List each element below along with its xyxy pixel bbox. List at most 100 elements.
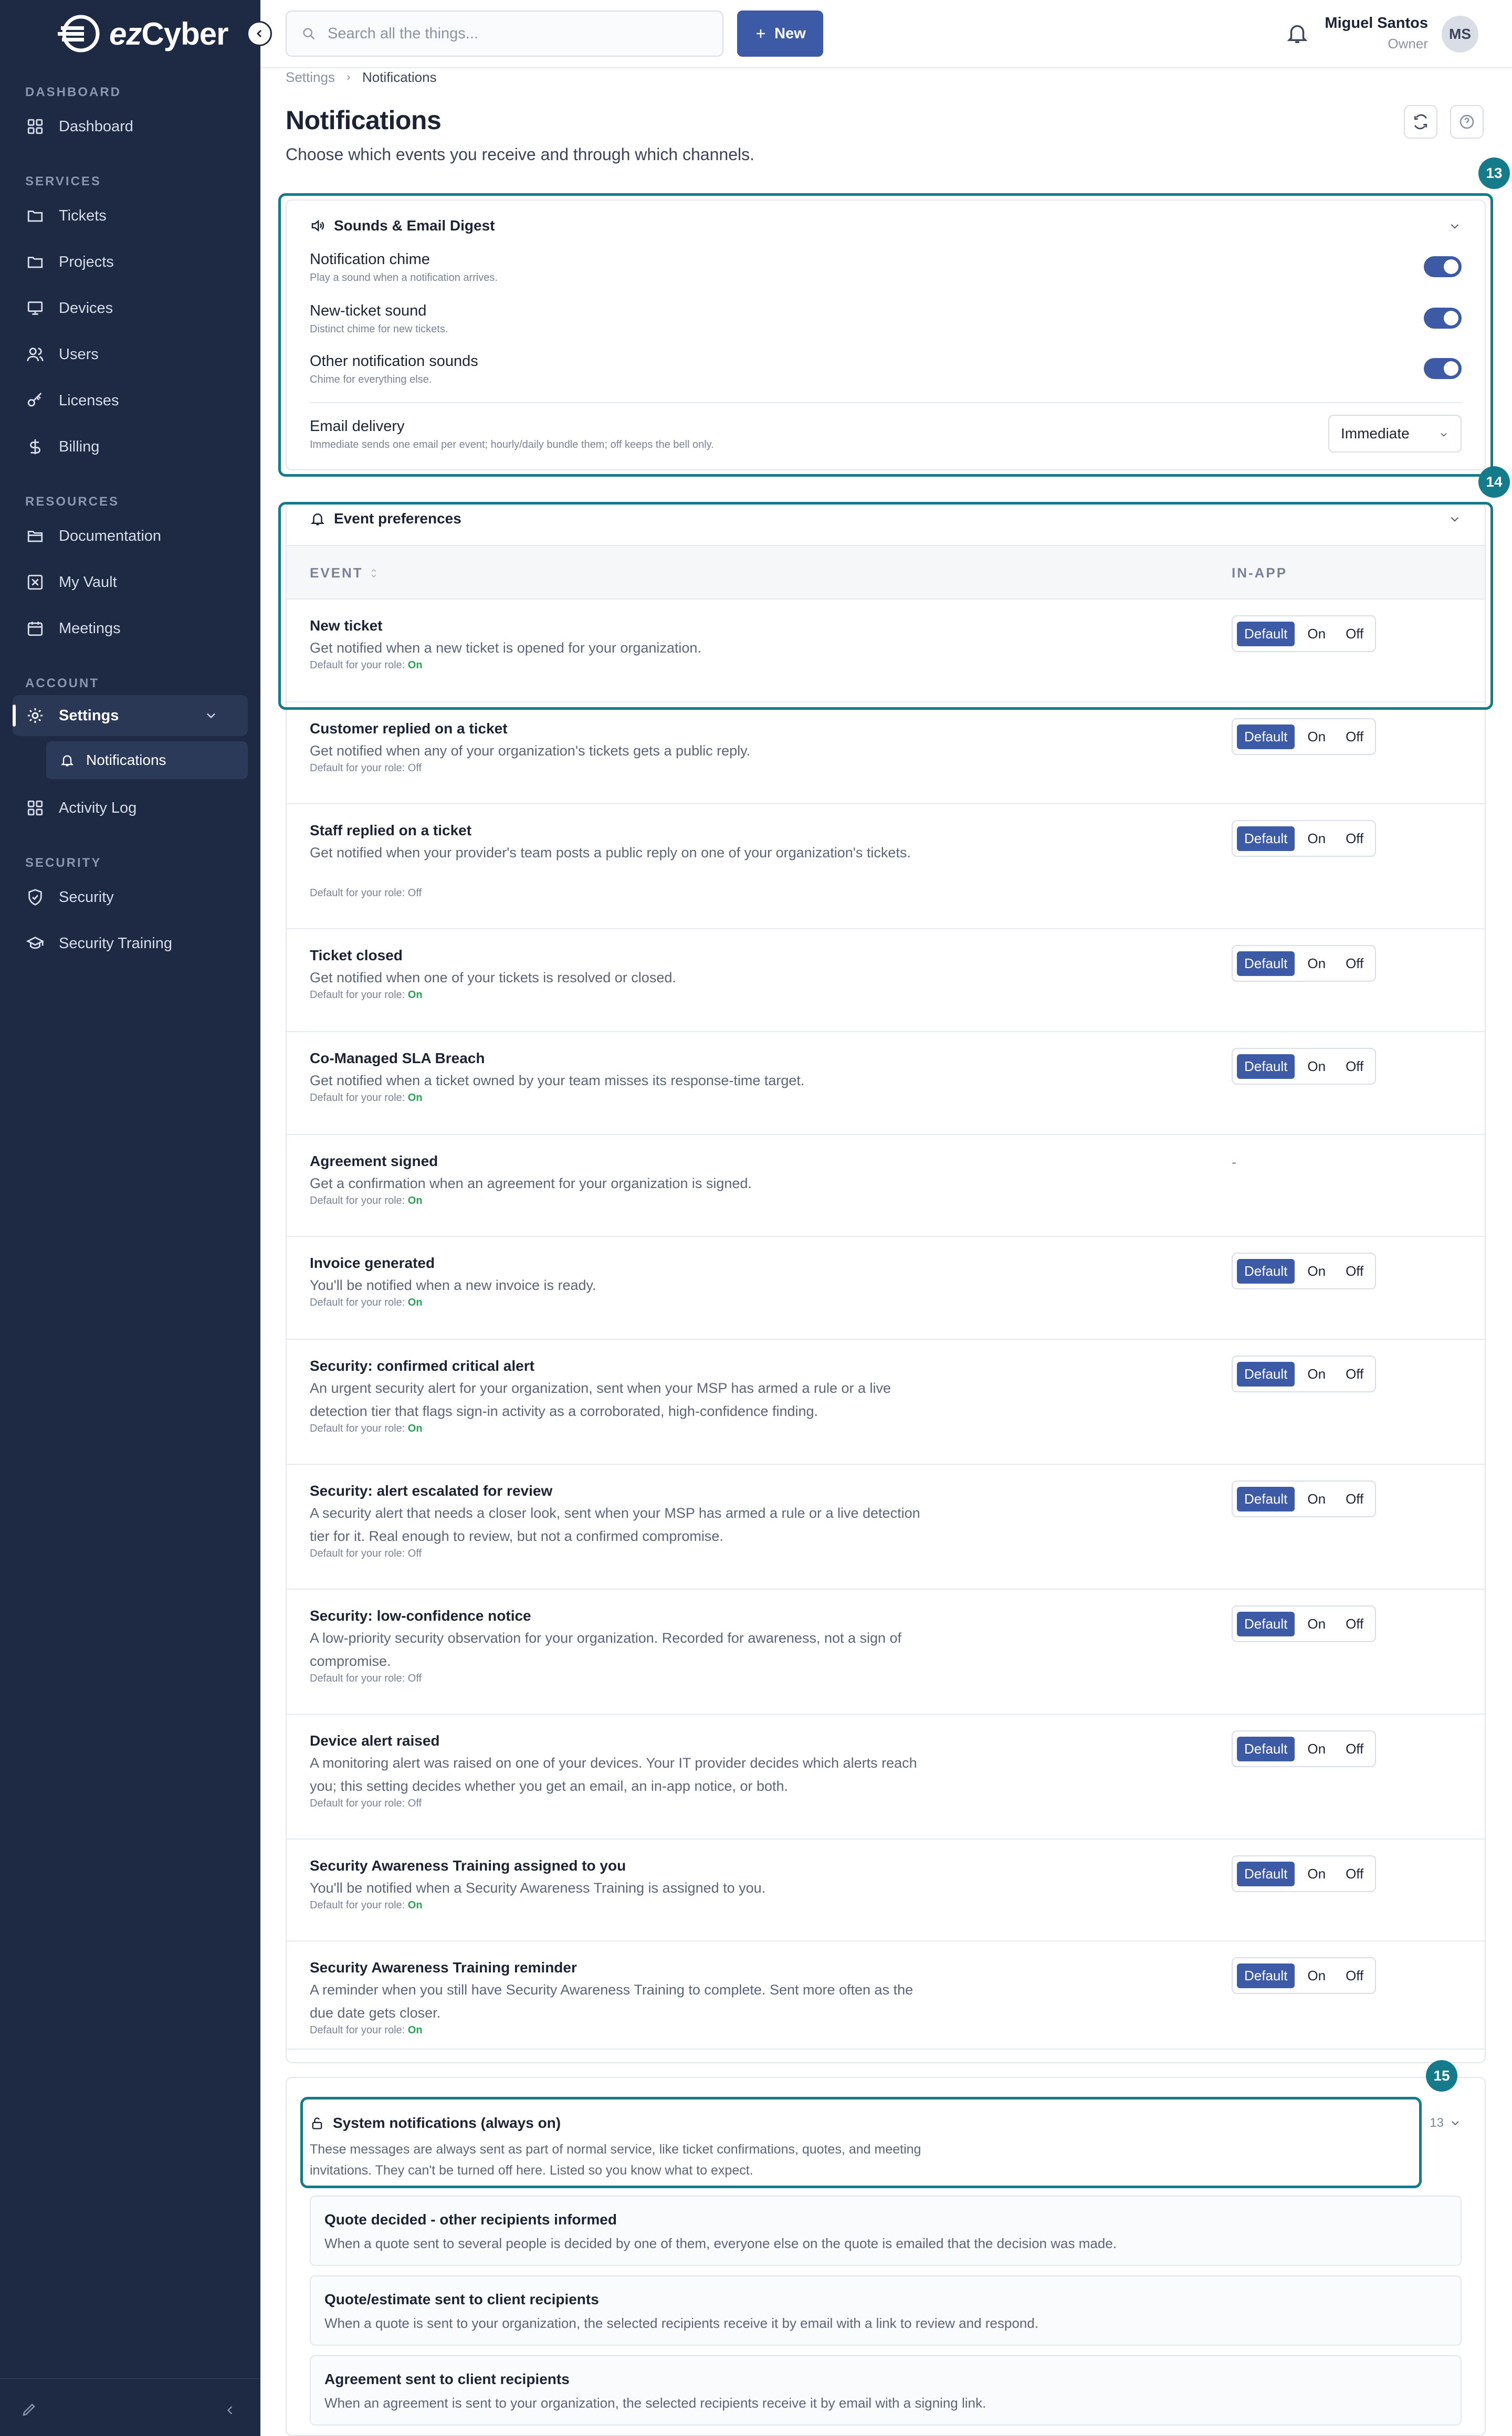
sidebar-item-activity-log[interactable]: Activity Log — [13, 788, 248, 828]
sidebar-item-label: Meetings — [59, 620, 121, 637]
segment-on[interactable]: On — [1300, 1862, 1333, 1886]
segment-on[interactable]: On — [1300, 1737, 1333, 1761]
sidebar-item-documentation[interactable]: Documentation — [13, 516, 248, 556]
sidebar-item-tickets[interactable]: Tickets — [13, 195, 248, 236]
sidebar-item-licenses[interactable]: Licenses — [13, 380, 248, 421]
chevron-down-icon[interactable] — [1448, 512, 1462, 526]
in-app-segmented-control: Default On Off — [1232, 1855, 1377, 1892]
segment-default[interactable]: Default — [1237, 1963, 1295, 1988]
segment-default[interactable]: Default — [1237, 1611, 1295, 1636]
sidebar-item-my-vault[interactable]: My Vault — [13, 562, 248, 603]
event-name: Security: confirmed critical alert — [310, 1358, 534, 1374]
segment-default[interactable]: Default — [1237, 1486, 1295, 1511]
bell-icon[interactable] — [1285, 20, 1309, 46]
segment-off[interactable]: Off — [1338, 1737, 1371, 1761]
segment-default[interactable]: Default — [1237, 826, 1295, 851]
segment-default[interactable]: Default — [1237, 1861, 1295, 1886]
key-icon — [27, 392, 42, 407]
in-app-segmented-control: Default On Off — [1232, 945, 1377, 982]
other-sounds-toggle[interactable] — [1424, 358, 1462, 379]
segment-on[interactable]: On — [1300, 1612, 1333, 1636]
segment-default[interactable]: Default — [1237, 1258, 1295, 1284]
avatar[interactable]: MS — [1442, 16, 1478, 52]
breadcrumb-parent[interactable]: Settings — [286, 69, 335, 86]
folder-icon — [27, 257, 43, 268]
event-name: Customer replied on a ticket — [310, 720, 508, 737]
segment-off[interactable]: Off — [1338, 1487, 1371, 1511]
segment-on[interactable]: On — [1300, 1487, 1333, 1511]
segment-default[interactable]: Default — [1237, 621, 1295, 646]
segment-on[interactable]: On — [1300, 1362, 1333, 1387]
segment-on[interactable]: On — [1300, 622, 1333, 646]
event-preferences-card: Event preferences EVENT IN-APP New ticke… — [286, 502, 1486, 2063]
edit-icon[interactable] — [21, 2402, 37, 2418]
segment-default[interactable]: Default — [1237, 1736, 1295, 1761]
chevron-left-icon[interactable] — [223, 2403, 237, 2418]
chevron-down-icon[interactable] — [1448, 219, 1462, 233]
segment-off[interactable]: Off — [1338, 826, 1371, 851]
user-name[interactable]: Miguel Santos — [1325, 15, 1428, 32]
event-role-default: Default for your role: On — [310, 1899, 423, 1911]
segment-off[interactable]: Off — [1338, 1054, 1371, 1079]
segment-on[interactable]: On — [1300, 1964, 1333, 1988]
segment-on[interactable]: On — [1300, 1054, 1333, 1079]
segment-off[interactable]: Off — [1338, 1862, 1371, 1886]
sidebar-item-security[interactable]: Security — [13, 877, 248, 918]
segment-off[interactable]: Off — [1338, 1259, 1371, 1284]
sidebar-item-billing[interactable]: Billing — [13, 426, 248, 467]
event-role-default: Default for your role: On — [310, 989, 423, 1001]
event-name: Ticket closed — [310, 947, 403, 963]
monitor-icon — [27, 301, 43, 315]
search-placeholder: Search all the things... — [328, 25, 478, 42]
notification-chime-toggle[interactable] — [1424, 256, 1462, 277]
system-notifications-header[interactable]: System notifications (always on) — [310, 2115, 561, 2132]
email-delivery-value: Immediate — [1341, 425, 1410, 442]
sidebar-item-settings[interactable]: Settings — [13, 695, 248, 736]
segment-default[interactable]: Default — [1237, 724, 1295, 749]
sidebar-item-projects[interactable]: Projects — [13, 242, 248, 282]
segment-off[interactable]: Off — [1338, 724, 1371, 749]
new-button[interactable]: New — [737, 10, 823, 57]
system-notifications-count[interactable]: 13 — [1430, 2116, 1462, 2130]
event-preferences-header[interactable]: Event preferences — [310, 510, 461, 527]
email-delivery-title: Email delivery — [310, 418, 405, 435]
event-role-default: Default for your role: On — [310, 1297, 423, 1308]
segment-default[interactable]: Default — [1237, 1361, 1295, 1387]
segment-on[interactable]: On — [1300, 1259, 1333, 1284]
brand-logo[interactable]: ezCyber — [57, 12, 228, 56]
sidebar-footer — [0, 2378, 260, 2436]
column-header-event[interactable]: EVENT — [310, 565, 378, 581]
segment-on[interactable]: On — [1300, 951, 1333, 976]
users-icon — [27, 348, 44, 361]
segment-on[interactable]: On — [1300, 826, 1333, 851]
refresh-button[interactable] — [1404, 105, 1437, 139]
segment-default[interactable]: Default — [1237, 951, 1295, 976]
collapse-sidebar-button[interactable] — [247, 21, 272, 46]
sidebar-item-meetings[interactable]: Meetings — [13, 608, 248, 649]
sound-row-sub: Play a sound when a notification arrives… — [310, 272, 498, 284]
search-input[interactable]: Search all the things... — [286, 10, 723, 57]
sidebar-item-security-training[interactable]: Security Training — [13, 923, 248, 964]
event-description: A reminder when you still have Security … — [310, 1982, 914, 2021]
sounds-card-header[interactable]: Sounds & Email Digest — [310, 217, 495, 234]
new-button-label: New — [774, 25, 806, 42]
sidebar-item-notifications[interactable]: Notifications — [46, 741, 248, 779]
help-button[interactable] — [1450, 105, 1484, 139]
sidebar-item-dashboard[interactable]: Dashboard — [13, 106, 248, 147]
segment-on[interactable]: On — [1300, 724, 1333, 749]
segment-off[interactable]: Off — [1338, 1964, 1371, 1988]
shield-icon — [28, 889, 42, 906]
segment-default[interactable]: Default — [1237, 1054, 1295, 1079]
segment-off[interactable]: Off — [1338, 1362, 1371, 1387]
new-ticket-sound-toggle[interactable] — [1424, 308, 1462, 329]
sidebar-item-users[interactable]: Users — [13, 334, 248, 375]
annotation-marker-15: 15 — [1426, 2060, 1457, 2092]
table-row: Security: alert escalated for review A se… — [287, 1465, 1485, 1590]
segment-off[interactable]: Off — [1338, 951, 1371, 976]
table-row: Customer replied on a ticket Get notified… — [287, 702, 1485, 804]
segment-off[interactable]: Off — [1338, 622, 1371, 646]
in-app-segmented-control: Default On Off — [1232, 820, 1377, 857]
email-delivery-select[interactable]: Immediate — [1328, 415, 1462, 453]
segment-off[interactable]: Off — [1338, 1612, 1371, 1636]
sidebar-item-devices[interactable]: Devices — [13, 288, 248, 329]
